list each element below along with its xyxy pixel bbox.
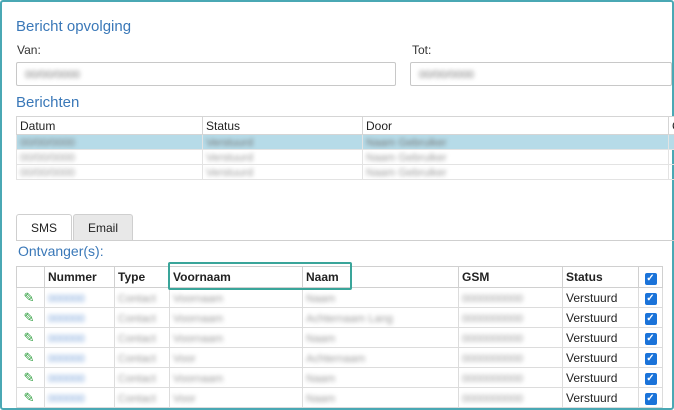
cell-status: Verstuurd	[206, 167, 254, 179]
pencil-icon[interactable]: ✎	[20, 310, 38, 326]
cell-voornaam: Voor	[173, 392, 196, 405]
pencil-icon[interactable]: ✎	[20, 350, 38, 366]
table-row[interactable]: ✎ 000000 Contact Voornaam Naam 000000000…	[16, 327, 663, 348]
cell-door: Naam Gebruiker	[366, 167, 447, 179]
table-row[interactable]: 00/00/0000 Verstuurd Naam Gebruiker	[16, 134, 674, 150]
page-title: Bericht opvolging	[16, 18, 132, 35]
column-header-datum[interactable]: Datum	[16, 116, 203, 135]
checkbox-checked-icon: ✓	[644, 333, 657, 345]
ontvangers-title: Ontvanger(s):	[18, 243, 104, 259]
pencil-icon[interactable]: ✎	[20, 290, 38, 306]
cell-voornaam: Voornaam	[173, 312, 224, 325]
column-header-extra[interactable]: C	[668, 116, 674, 135]
cell-status: Verstuurd	[562, 367, 639, 388]
cell-datum: 00/00/0000	[20, 152, 76, 164]
van-label: Van:	[17, 43, 41, 57]
cell-type: Contact	[118, 312, 156, 325]
cell-naam: Naam	[306, 292, 336, 305]
cell-nummer[interactable]: 000000	[48, 353, 85, 365]
table-row[interactable]: ✎ 000000 Contact Voornaam Naam 000000000…	[16, 367, 663, 388]
row-checkbox[interactable]: ✓	[638, 387, 663, 408]
pencil-icon[interactable]: ✎	[20, 330, 38, 346]
column-header-edit	[16, 266, 45, 288]
berichten-table: Datum Status Door C 00/00/0000 Verstuurd…	[16, 116, 674, 180]
annotation-highlight-box	[168, 262, 352, 290]
checkbox-checked-icon: ✓	[644, 373, 657, 385]
cell-status: Verstuurd	[562, 307, 639, 328]
table-row[interactable]: ✎ 000000 Contact Voornaam Naam 000000000…	[16, 287, 663, 308]
cell-gsm: 0000000000	[462, 312, 524, 325]
cell-status: Verstuurd	[562, 347, 639, 368]
tot-input[interactable]: 00/00/0000	[410, 62, 672, 86]
tot-label: Tot:	[412, 43, 432, 57]
cell-nummer[interactable]: 000000	[48, 333, 85, 345]
column-header-door[interactable]: Door	[362, 116, 669, 135]
checkbox-checked-icon: ✓	[644, 353, 657, 365]
tab-sms[interactable]: SMS	[16, 214, 73, 240]
column-header-nummer[interactable]: Nummer	[44, 266, 115, 288]
cell-status: Verstuurd	[562, 387, 639, 408]
cell-type: Contact	[118, 332, 156, 345]
van-input[interactable]: 00/00/0000	[16, 62, 396, 86]
cell-nummer[interactable]: 000000	[48, 313, 85, 325]
cell-naam: Naam	[306, 392, 336, 405]
cell-type: Contact	[118, 292, 156, 305]
checkbox-checked-icon: ✓	[644, 393, 657, 405]
berichten-header-row: Datum Status Door C	[16, 116, 674, 135]
pencil-icon[interactable]: ✎	[20, 370, 38, 386]
cell-nummer[interactable]: 000000	[48, 293, 85, 305]
row-checkbox[interactable]: ✓	[638, 287, 663, 308]
cell-door: Naam Gebruiker	[366, 137, 447, 149]
cell-naam: Achternaam	[306, 352, 366, 365]
cell-status: Verstuurd	[562, 327, 639, 348]
pencil-icon[interactable]: ✎	[20, 390, 38, 406]
cell-gsm: 0000000000	[462, 332, 524, 345]
cell-naam: Achternaam Lang	[306, 312, 393, 325]
column-header-type[interactable]: Type	[114, 266, 170, 288]
checkbox-checked-icon: ✓	[644, 313, 657, 325]
cell-gsm: 0000000000	[462, 372, 524, 385]
cell-voornaam: Voornaam	[173, 372, 224, 385]
table-row[interactable]: ✎ 000000 Contact Voor Achternaam 0000000…	[16, 347, 663, 368]
select-all-checkbox[interactable]: ✓	[638, 266, 663, 288]
berichten-title: Berichten	[16, 94, 80, 111]
table-row[interactable]: ✎ 000000 Contact Voornaam Achternaam Lan…	[16, 307, 663, 328]
cell-datum: 00/00/0000	[20, 167, 76, 179]
cell-type: Contact	[118, 392, 156, 405]
cell-type: Contact	[118, 352, 156, 365]
cell-status: Verstuurd	[562, 287, 639, 308]
row-checkbox[interactable]: ✓	[638, 367, 663, 388]
checkbox-checked-icon: ✓	[644, 293, 657, 305]
cell-door: Naam Gebruiker	[366, 152, 447, 164]
cell-status: Verstuurd	[206, 137, 254, 149]
cell-gsm: 0000000000	[462, 292, 524, 305]
cell-gsm: 0000000000	[462, 352, 524, 365]
tab-email[interactable]: Email	[73, 214, 134, 240]
row-checkbox[interactable]: ✓	[638, 327, 663, 348]
cell-voornaam: Voor	[173, 352, 196, 365]
table-row[interactable]: ✎ 000000 Contact Voor Naam 0000000000 Ve…	[16, 387, 663, 408]
column-header-gsm[interactable]: GSM	[458, 266, 563, 288]
tot-input-value: 00/00/0000	[419, 69, 475, 81]
van-input-value: 00/00/0000	[25, 69, 81, 81]
table-row[interactable]: 00/00/0000 Verstuurd Naam Gebruiker	[16, 149, 674, 165]
table-row[interactable]: 00/00/0000 Verstuurd Naam Gebruiker	[16, 164, 674, 180]
cell-nummer[interactable]: 000000	[48, 393, 85, 405]
cell-voornaam: Voornaam	[173, 292, 224, 305]
cell-gsm: 0000000000	[462, 392, 524, 405]
cell-type: Contact	[118, 372, 156, 385]
cell-naam: Naam	[306, 372, 336, 385]
tab-divider	[16, 240, 674, 241]
cell-datum: 00/00/0000	[20, 137, 76, 149]
cell-status: Verstuurd	[206, 152, 254, 164]
checkbox-checked-icon: ✓	[644, 272, 657, 285]
column-header-status[interactable]: Status	[562, 266, 639, 288]
cell-voornaam: Voornaam	[173, 332, 224, 345]
row-checkbox[interactable]: ✓	[638, 347, 663, 368]
row-checkbox[interactable]: ✓	[638, 307, 663, 328]
cell-naam: Naam	[306, 332, 336, 345]
column-header-status[interactable]: Status	[202, 116, 363, 135]
cell-nummer[interactable]: 000000	[48, 373, 85, 385]
